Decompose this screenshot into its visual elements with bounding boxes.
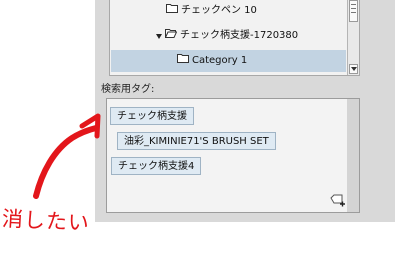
screenshot-stage: チェックペン 10 チェック柄支援-1720380 Category 1 検索用… [0,0,395,253]
folder-open-icon [164,25,178,47]
tag-add-icon[interactable] [330,193,346,207]
tag-chip[interactable]: チェック柄支援4 [111,157,202,175]
folder-tree: チェックペン 10 チェック柄支援-1720380 Category 1 [109,0,360,76]
tree-item-label: Category 1 [192,55,248,66]
tags-scrollbar[interactable] [347,99,359,212]
search-tags-box: チェック柄支援 油彩_KIMINIE71'S BRUSH SET チェック柄支援… [106,98,360,213]
tree-item-check-support[interactable]: チェック柄支援-1720380 [156,25,298,47]
expand-arrow-icon[interactable] [156,33,162,39]
scrollbar-thumb[interactable] [349,0,358,22]
folder-icon [177,50,189,72]
tag-chip[interactable]: 油彩_KIMINIE71'S BRUSH SET [117,132,276,150]
tree-scrollbar[interactable] [347,0,359,75]
scroll-down-arrow-icon[interactable] [349,64,358,74]
tree-item-checkpen[interactable]: チェックペン 10 [166,0,257,22]
tag-chip[interactable]: チェック柄支援 [110,107,194,125]
folder-icon [166,0,178,22]
search-tags-label: 検索用タグ: [101,84,155,95]
tree-item-label: チェック柄支援-1720380 [180,30,299,41]
handwritten-note: 消したい [1,206,91,236]
tree-item-category-1[interactable]: Category 1 [111,50,346,72]
tree-item-label: チェックペン 10 [181,5,257,16]
